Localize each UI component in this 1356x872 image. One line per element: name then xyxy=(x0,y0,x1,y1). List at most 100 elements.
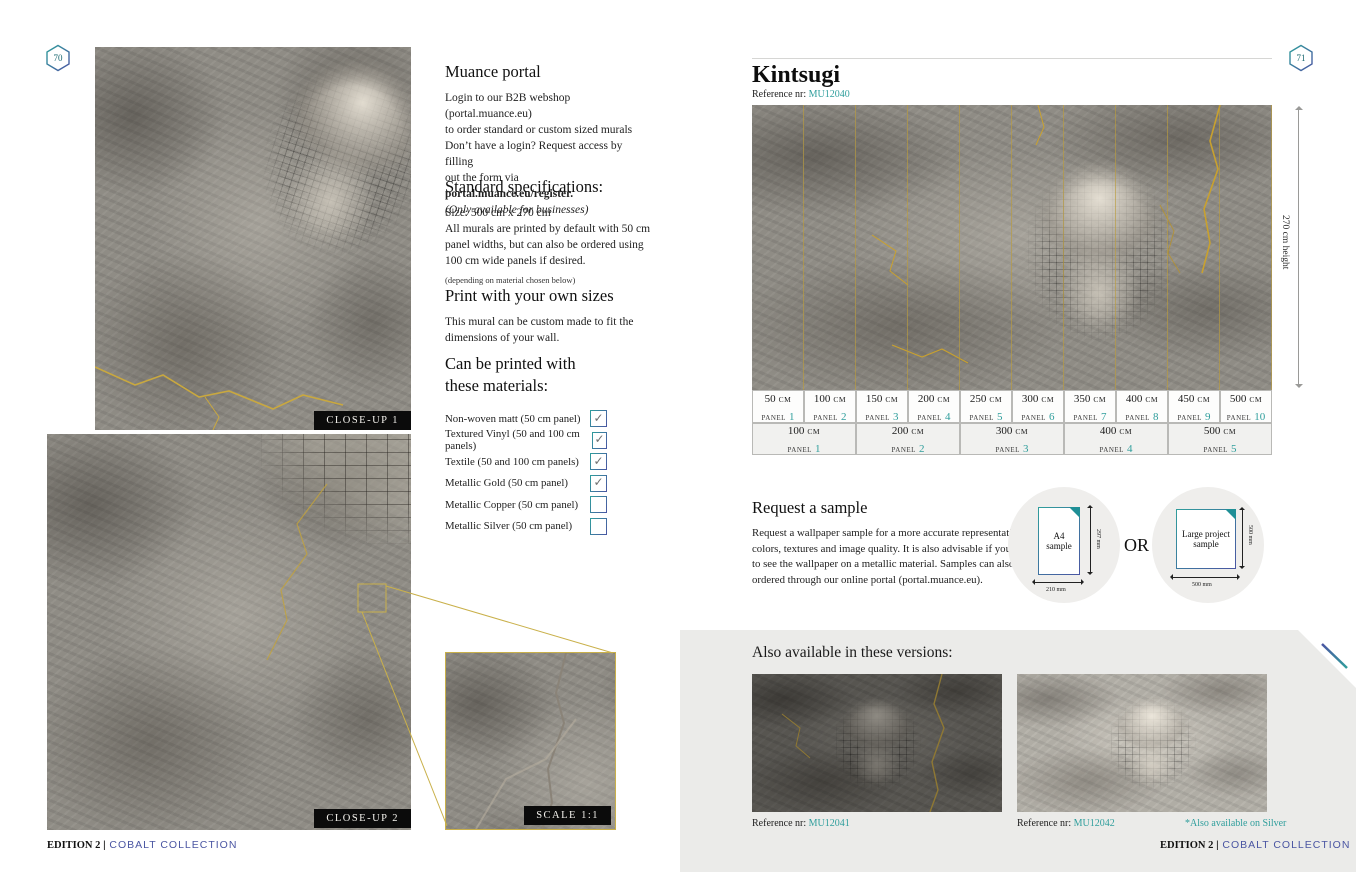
a4-sample-badge: A4 sample 297 mm 210 mm xyxy=(1008,487,1120,603)
catalog-spread: 70 CLOSE-UP 1 CLOSE-UP 2 SCALE 1:1 xyxy=(0,0,1356,872)
reference-number: MU12040 xyxy=(809,89,850,100)
materials-title-2: these materials: xyxy=(445,376,607,396)
a4-paper-icon: A4 sample xyxy=(1038,507,1080,575)
version2-reference: Reference nr: MU12042 xyxy=(1017,818,1115,829)
panel-cell: 300CMPANEL6 xyxy=(1012,390,1064,423)
material-row: Non-woven matt (50 cm panel) ✓ xyxy=(445,408,607,430)
large-sample-badge: Large project sample 500 mm 500 mm xyxy=(1152,487,1264,603)
arrow-up-icon xyxy=(1087,505,1093,508)
gold-crack xyxy=(446,653,615,829)
version1-reference: Reference nr: MU12041 xyxy=(752,818,850,829)
large-paper-icon: Large project sample xyxy=(1176,509,1236,569)
panel-table-row-50cm: 50CMPANEL1 100CMPANEL2 150CMPANEL3 200CM… xyxy=(752,390,1272,423)
arrow-left-icon xyxy=(1170,574,1173,580)
height-dimension-label: 270 cm height xyxy=(1280,215,1290,269)
large-width-arrow xyxy=(1172,577,1238,578)
panel-cell: 400CMPANEL4 xyxy=(1064,423,1168,455)
own-sizes-line: dimensions of your wall. xyxy=(445,330,655,346)
closeup2-label: CLOSE-UP 2 xyxy=(314,809,411,828)
panel-cell: 100CMPANEL2 xyxy=(804,390,856,423)
specs-title: Standard specifications: xyxy=(445,177,655,197)
large-height-label: 500 mm xyxy=(1247,525,1253,545)
panel-size-table: 50CMPANEL1 100CMPANEL2 150CMPANEL3 200CM… xyxy=(752,390,1272,455)
material-row: Textile (50 and 100 cm panels) ✓ xyxy=(445,451,607,473)
version1-thumbnail xyxy=(752,674,1002,812)
closeup1-image: CLOSE-UP 1 xyxy=(95,47,411,430)
material-checkbox[interactable]: ✓ xyxy=(592,432,607,449)
a4-width-label: 210 mm xyxy=(1046,587,1066,593)
closeup1-label: CLOSE-UP 1 xyxy=(314,411,411,430)
sample-line: colors, textures and image quality. It i… xyxy=(752,542,1042,558)
portal-line: Don’t have a login? Request access by fi… xyxy=(445,138,645,170)
scale-label: SCALE 1:1 xyxy=(524,806,611,825)
right-footer: EDITION 2 | COBALT COLLECTION xyxy=(1160,839,1310,851)
material-checkbox[interactable]: ✓ xyxy=(590,475,607,492)
material-label: Metallic Gold (50 cm panel) xyxy=(445,477,568,489)
panel-cell: 300CMPANEL3 xyxy=(960,423,1064,455)
own-sizes-section: Print with your own sizes This mural can… xyxy=(445,286,655,346)
edition-label: EDITION 2 xyxy=(47,840,100,851)
own-sizes-line: This mural can be custom made to fit the xyxy=(445,314,655,330)
product-title: Kintsugi xyxy=(752,62,850,89)
sample-title: Request a sample xyxy=(752,498,1042,518)
arrow-up-icon xyxy=(1239,507,1245,510)
material-label: Metallic Copper (50 cm panel) xyxy=(445,499,578,511)
page-number-hexagon-right: 71 xyxy=(1288,44,1314,72)
material-checkbox[interactable]: ✓ xyxy=(590,410,607,427)
a4-height-label: 297 mm xyxy=(1095,529,1101,549)
large-width-label: 500 mm xyxy=(1192,582,1212,588)
portal-line: to order standard or custom sized murals xyxy=(445,122,645,138)
voxel-face xyxy=(822,682,932,804)
own-sizes-title: Print with your own sizes xyxy=(445,286,655,306)
specs-line: 100 cm wide panels if desired. xyxy=(445,253,655,269)
material-row: Metallic Gold (50 cm panel) ✓ xyxy=(445,473,607,495)
edition-label: EDITION 2 xyxy=(1160,840,1213,851)
voxel-face xyxy=(1097,682,1207,804)
or-label: OR xyxy=(1124,535,1149,556)
material-label: Textured Vinyl (50 and 100 cm panels) xyxy=(445,428,592,452)
page-number: 70 xyxy=(45,44,71,72)
paper-fold-icon xyxy=(1225,509,1236,520)
panel-divider-lines xyxy=(752,105,1272,390)
check-icon: ✓ xyxy=(594,433,604,445)
sample-line: to see the wallpaper on a metallic mater… xyxy=(752,557,1042,573)
voxel-texture xyxy=(210,47,411,312)
callout-line-top xyxy=(386,586,613,653)
page-number: 71 xyxy=(1288,44,1314,72)
sample-section: Request a sample Request a wallpaper sam… xyxy=(752,498,1042,588)
panel-cell: 350CMPANEL7 xyxy=(1064,390,1116,423)
height-dimension-arrow xyxy=(1298,108,1299,386)
paper-fold-icon xyxy=(1069,507,1080,518)
arrow-right-icon xyxy=(1237,574,1240,580)
silver-note: *Also available on Silver xyxy=(1185,818,1286,829)
material-row: Textured Vinyl (50 and 100 cm panels) ✓ xyxy=(445,430,607,452)
materials-title: Can be printed with xyxy=(445,354,607,374)
panel-cell: 200CMPANEL4 xyxy=(908,390,960,423)
scale-inset-image: SCALE 1:1 xyxy=(445,652,616,830)
arrow-left-icon xyxy=(1032,579,1035,585)
version2-thumbnail xyxy=(1017,674,1267,812)
brick-texture xyxy=(261,434,411,544)
a4-height-arrow xyxy=(1090,507,1091,573)
product-header: Kintsugi Reference nr: MU12040 xyxy=(752,62,850,100)
material-row: Metallic Copper (50 cm panel) xyxy=(445,494,607,516)
material-label: Non-woven matt (50 cm panel) xyxy=(445,413,581,425)
materials-section: Can be printed with these materials: Non… xyxy=(445,354,607,537)
arrow-down-icon xyxy=(1295,384,1303,388)
top-rule xyxy=(752,58,1272,59)
reference-number: MU12042 xyxy=(1074,818,1115,829)
check-icon: ✓ xyxy=(593,412,603,424)
collection-label: COBALT COLLECTION xyxy=(1222,839,1350,851)
collection-label: COBALT COLLECTION xyxy=(109,839,237,851)
material-label: Metallic Silver (50 cm panel) xyxy=(445,520,572,532)
reference-number: MU12041 xyxy=(809,818,850,829)
reference-line: Reference nr: MU12040 xyxy=(752,89,850,100)
material-label: Textile (50 and 100 cm panels) xyxy=(445,456,579,468)
material-checkbox[interactable] xyxy=(590,496,607,513)
panel-cell: 200CMPANEL2 xyxy=(856,423,960,455)
arrow-up-icon xyxy=(1295,106,1303,110)
large-height-arrow xyxy=(1242,509,1243,567)
sample-line: ordered through our online portal (porta… xyxy=(752,573,1042,589)
material-checkbox[interactable] xyxy=(590,518,607,535)
material-checkbox[interactable]: ✓ xyxy=(590,453,607,470)
